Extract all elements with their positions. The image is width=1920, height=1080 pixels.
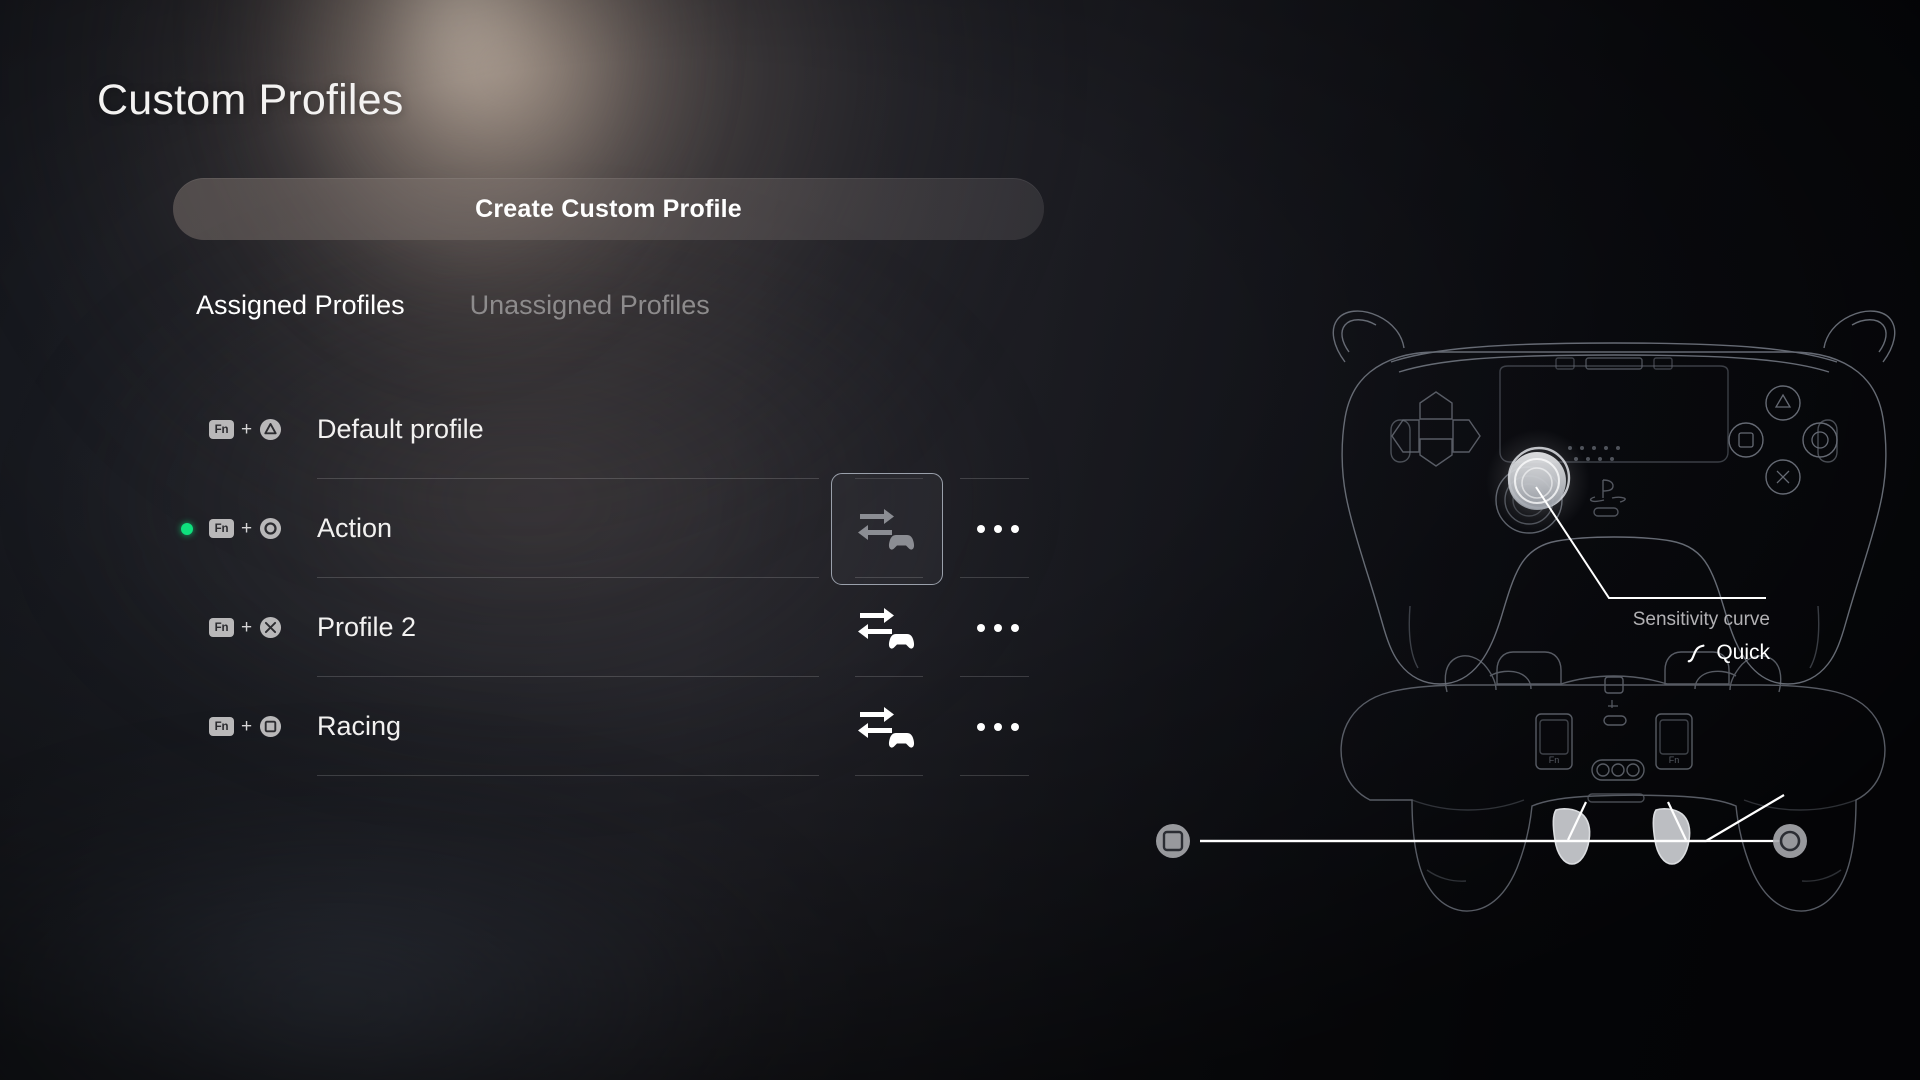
custom-profiles-screen: Custom Profiles Create Custom Profile As… — [0, 0, 1920, 1080]
shortcut-plus-separator: + — [241, 419, 253, 440]
row-separator — [855, 775, 923, 776]
profile-more-options-button[interactable] — [960, 479, 1036, 578]
back-paddle-right — [1652, 808, 1691, 865]
paddle-leader-lines — [1200, 794, 1785, 843]
right-analog-stick-highlight — [1486, 429, 1590, 533]
swap-profile-icon — [858, 706, 915, 748]
sensitivity-callout-leader-line — [1535, 486, 1766, 599]
more-dot-icon — [977, 524, 985, 533]
more-dot-icon — [1011, 722, 1019, 731]
profile-shortcut: Fn + — [209, 616, 282, 639]
tab-assigned-profiles[interactable]: Assigned Profiles — [196, 290, 405, 321]
profile-shortcut: Fn + — [209, 418, 282, 441]
square-button-icon — [260, 715, 282, 738]
swap-profile-icon — [858, 607, 915, 649]
page-title: Custom Profiles — [97, 76, 404, 124]
fn-key-badge: Fn — [209, 420, 234, 439]
dpad-icon — [1391, 391, 1481, 467]
paddle-assignment-square-badge — [1156, 824, 1190, 858]
shortcut-plus-separator: + — [241, 518, 253, 539]
more-dot-icon — [977, 722, 985, 731]
cross-button-icon — [260, 616, 282, 639]
shortcut-plus-separator: + — [241, 716, 253, 737]
swap-profile-button[interactable] — [831, 472, 943, 585]
fn-key-badge: Fn — [209, 618, 234, 637]
swap-profile-icon — [858, 508, 915, 550]
fn-key-badge: Fn — [209, 717, 234, 736]
svg-text:Fn: Fn — [1549, 755, 1560, 765]
more-dot-icon — [1011, 524, 1019, 533]
more-dot-icon — [1011, 623, 1019, 632]
focus-highlight — [831, 472, 943, 585]
profile-tabs: Assigned Profiles Unassigned Profiles — [196, 290, 710, 321]
face-buttons-icon — [1728, 385, 1838, 495]
profile-row[interactable]: Fn + Racing — [0, 677, 1100, 776]
profile-more-options-button[interactable] — [960, 578, 1036, 677]
profile-name: Racing — [317, 711, 402, 741]
sensitivity-curve-value-row: Quick — [1600, 641, 1770, 665]
more-dot-icon — [994, 524, 1002, 533]
profile-active-indicator — [176, 518, 198, 540]
more-dot-icon — [994, 722, 1002, 731]
quick-curve-icon — [1687, 644, 1705, 663]
create-custom-profile-button[interactable]: Create Custom Profile — [173, 178, 1044, 240]
fn-key-badge: Fn — [209, 519, 234, 538]
profile-name: Action — [317, 513, 393, 543]
profile-name: Default profile — [317, 414, 484, 444]
profile-name: Profile 2 — [317, 612, 417, 642]
row-separator — [317, 775, 819, 776]
profile-shortcut: Fn + — [209, 715, 282, 738]
shortcut-plus-separator: + — [241, 617, 253, 638]
paddle-assignment-circle-badge — [1773, 824, 1807, 858]
profile-row[interactable]: Fn + Action — [0, 472, 1100, 585]
back-paddle-left — [1552, 808, 1591, 865]
sensitivity-curve-value: Quick — [1716, 641, 1770, 664]
more-dot-icon — [994, 623, 1002, 632]
profile-more-options-button[interactable] — [960, 677, 1036, 776]
svg-text:Fn: Fn — [1669, 755, 1680, 765]
profile-row[interactable]: Fn + Default profile — [0, 380, 1100, 479]
triangle-button-icon — [260, 418, 282, 441]
active-dot-icon — [181, 522, 193, 535]
profile-shortcut: Fn + — [209, 517, 282, 540]
more-dot-icon — [977, 623, 985, 632]
sensitivity-curve-label: Sensitivity curve — [1632, 609, 1770, 630]
swap-profile-button[interactable] — [831, 677, 943, 776]
circle-button-icon — [260, 517, 282, 540]
row-separator — [960, 775, 1029, 776]
controller-back-view: Fn Fn — [1340, 651, 1886, 912]
swap-profile-button[interactable] — [831, 578, 943, 677]
tab-unassigned-profiles[interactable]: Unassigned Profiles — [470, 290, 710, 321]
playstation-logo-icon — [1589, 479, 1626, 503]
profile-list: Fn + Default profile Fn + Action Fn + Profile 2F… — [0, 380, 1100, 776]
profile-row[interactable]: Fn + Profile 2 — [0, 578, 1100, 677]
